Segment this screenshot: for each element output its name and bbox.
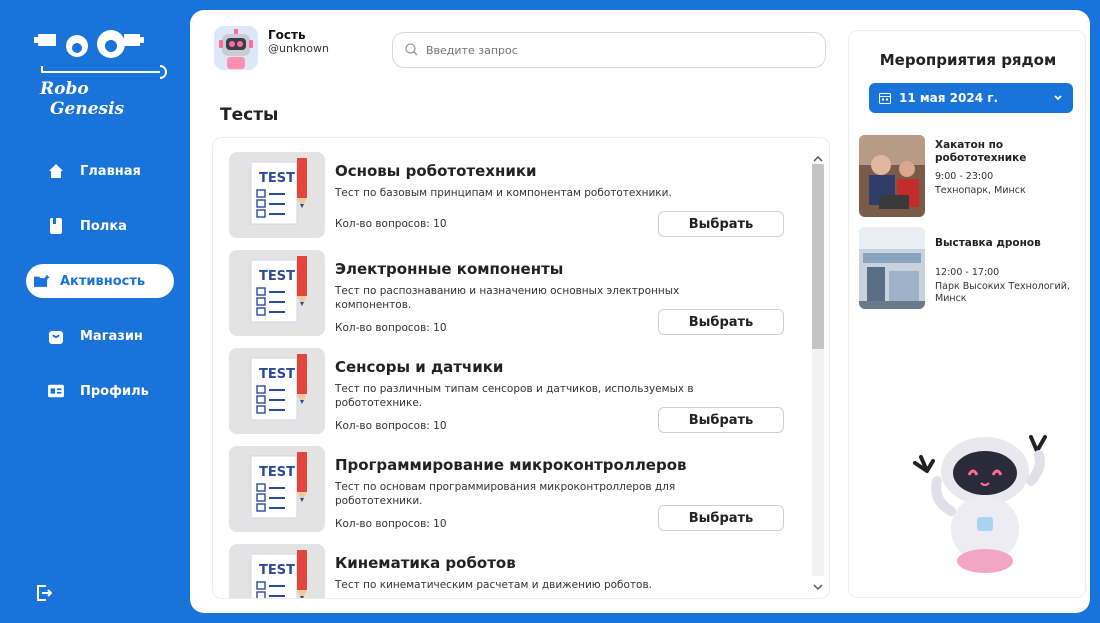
select-test-button[interactable]: Выбрать <box>658 309 784 335</box>
test-question-count: Кол-во вопросов: 10 <box>335 420 447 432</box>
bag-icon <box>48 328 64 344</box>
test-title: Кинематика роботов <box>335 554 516 572</box>
app-frame: Robo Genesis Главная Полка Активность Ма… <box>4 4 1096 619</box>
event-image <box>859 135 925 217</box>
id-card-icon <box>48 383 64 399</box>
brand-line-1: Robo <box>40 79 89 99</box>
test-question-count: Кол-во вопросов: 10 <box>335 218 447 230</box>
logout-icon[interactable] <box>36 584 54 602</box>
bookmark-icon <box>48 218 64 234</box>
user-info: Гость @unknown <box>268 28 329 55</box>
search-icon <box>405 41 418 60</box>
search-input[interactable] <box>426 43 806 57</box>
test-description: Тест по кинематическим расчетам и движен… <box>335 579 652 591</box>
search-box[interactable] <box>392 32 826 68</box>
user-block[interactable]: Гость @unknown <box>214 26 329 70</box>
test-question-count: Кол-во вопросов: 10 <box>335 322 447 334</box>
test-thumbnail: TEST <box>229 446 325 532</box>
sidebar-item-label: Полка <box>80 218 127 234</box>
event-place: Парк Высоких Технологий, Минск <box>935 281 1070 304</box>
test-card: TEST Кинематика роботов Тест по кинемати… <box>227 544 807 598</box>
sidebar-nav: Главная Полка Активность Магазин Профиль <box>26 154 174 429</box>
brand-name: Robo Genesis <box>28 79 124 119</box>
user-name: Гость <box>268 28 306 42</box>
test-card: TEST Электронные компоненты Тест по расп… <box>227 250 807 338</box>
select-test-button[interactable]: Выбрать <box>658 407 784 433</box>
test-card: TEST Сенсоры и датчики Тест по различным… <box>227 348 807 436</box>
test-title: Электронные компоненты <box>335 260 564 278</box>
select-test-button[interactable]: Выбрать <box>658 211 784 237</box>
sidebar-item-label: Активность <box>60 273 146 289</box>
event-item[interactable]: Хакатон по робототехнике 9:00 - 23:00 Те… <box>859 135 1085 217</box>
select-test-button[interactable]: Выбрать <box>658 505 784 531</box>
test-document-icon: TEST <box>250 550 307 598</box>
test-thumbnail: TEST <box>229 152 325 238</box>
test-thumbnail: TEST <box>229 348 325 434</box>
event-time: 9:00 - 23:00 <box>935 171 994 182</box>
tests-list[interactable]: TEST Основы робототехники Тест по базовы… <box>212 137 830 599</box>
sidebar-item-label: Профиль <box>80 383 149 399</box>
test-card: TEST Программирование микроконтроллеров … <box>227 446 807 534</box>
test-document-icon: TEST <box>250 158 307 225</box>
sidebar-item-activity[interactable]: Активность <box>26 264 174 298</box>
scroll-down-icon[interactable] <box>813 576 823 595</box>
test-description: Тест по различным типам сенсоров и датчи… <box>335 383 694 409</box>
page-title: Тесты <box>220 105 279 125</box>
event-title: Хакатон по робототехнике <box>935 139 1027 164</box>
calendar-icon <box>879 92 891 104</box>
event-place: Технопарк, Минск <box>935 185 1026 196</box>
test-thumbnail: TEST <box>229 250 325 336</box>
test-description: Тест по основам программирования микроко… <box>335 481 676 507</box>
svg-text:TEST: TEST <box>259 563 295 578</box>
svg-text:TEST: TEST <box>259 367 295 382</box>
test-title: Сенсоры и датчики <box>335 358 504 376</box>
event-image <box>859 227 925 309</box>
robot-mascot-image <box>897 421 1077 581</box>
test-document-icon: TEST <box>250 354 307 421</box>
tests-scrollbar[interactable] <box>810 144 826 591</box>
sidebar-item-shelf[interactable]: Полка <box>26 209 174 243</box>
test-title: Программирование микроконтроллеров <box>335 456 687 474</box>
events-title: Мероприятия рядом <box>879 51 1057 69</box>
robot-avatar-icon <box>214 26 258 70</box>
scroll-thumb[interactable] <box>812 164 824 349</box>
event-time: 12:00 - 17:00 <box>935 267 1000 278</box>
test-description: Тест по базовым принципам и компонентам … <box>335 187 672 199</box>
sidebar-item-shop[interactable]: Магазин <box>26 319 174 353</box>
test-document-icon: TEST <box>250 256 307 323</box>
sidebar-item-label: Магазин <box>80 328 143 344</box>
selected-date: 11 мая 2024 г. <box>899 91 999 105</box>
svg-text:TEST: TEST <box>259 171 295 186</box>
folder-icon <box>34 273 50 289</box>
sidebar: Robo Genesis Главная Полка Активность Ма… <box>4 4 184 619</box>
brand-line-2: Genesis <box>50 99 125 119</box>
sidebar-item-home[interactable]: Главная <box>26 154 174 188</box>
main-panel: Гость @unknown Тесты TEST Основы роботот… <box>190 10 1090 613</box>
user-handle: @unknown <box>268 42 329 55</box>
sidebar-item-label: Главная <box>80 163 141 179</box>
events-panel: Мероприятия рядом 11 мая 2024 г. Хакатон… <box>848 30 1086 598</box>
test-thumbnail: TEST <box>229 544 325 598</box>
test-title: Основы робототехники <box>335 162 537 180</box>
home-icon <box>48 163 64 179</box>
date-picker-button[interactable]: 11 мая 2024 г. <box>869 83 1073 113</box>
svg-text:TEST: TEST <box>259 269 295 284</box>
avatar <box>214 26 258 70</box>
test-card: TEST Основы робототехники Тест по базовы… <box>227 152 807 240</box>
chevron-down-icon <box>1053 91 1063 105</box>
test-description: Тест по распознаванию и назначению основ… <box>335 285 680 311</box>
test-document-icon: TEST <box>250 452 307 519</box>
svg-text:TEST: TEST <box>259 465 295 480</box>
test-question-count: Кол-во вопросов: 10 <box>335 518 447 530</box>
sidebar-item-profile[interactable]: Профиль <box>26 374 174 408</box>
event-title: Выставка дронов <box>935 237 1041 249</box>
event-item[interactable]: Выставка дронов 12:00 - 17:00 Парк Высок… <box>859 227 1085 309</box>
